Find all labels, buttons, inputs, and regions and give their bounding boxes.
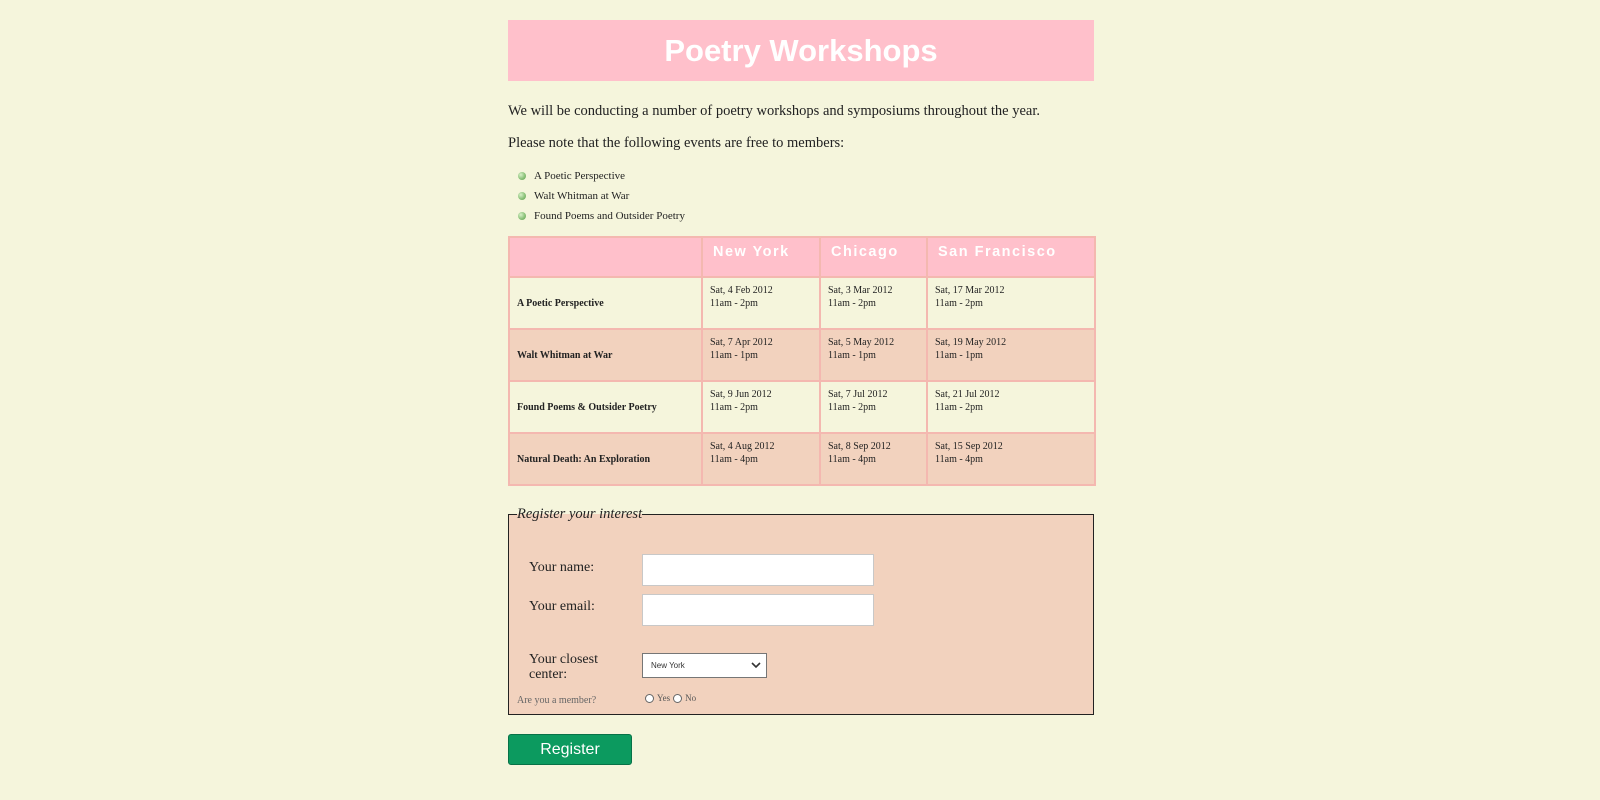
event-name-cell: A Poetic Perspective <box>508 276 703 330</box>
free-events-list: A Poetic Perspective Walt Whitman at War… <box>508 166 1094 226</box>
name-label: Your name: <box>529 560 595 575</box>
email-label: Your email: <box>529 599 595 614</box>
session-cell: Sat, 5 May 2012 11am - 1pm <box>819 328 928 382</box>
session-time: 11am - 2pm <box>710 402 758 413</box>
table-header-row: New York Chicago San Francisco <box>508 236 1096 278</box>
page-title: Poetry Workshops <box>664 32 938 68</box>
page-container: Poetry Workshops We will be conducting a… <box>508 20 1096 765</box>
page-banner: Poetry Workshops <box>508 20 1094 81</box>
session-date: Sat, 17 Mar 2012 <box>935 285 1005 296</box>
column-header-new-york: New York <box>701 236 821 278</box>
session-time: 11am - 2pm <box>935 298 983 309</box>
session-cell: Sat, 15 Sep 2012 11am - 4pm <box>926 432 1096 486</box>
list-item: A Poetic Perspective <box>518 166 1094 186</box>
session-date: Sat, 8 Sep 2012 <box>828 441 891 452</box>
session-date: Sat, 4 Feb 2012 <box>710 285 773 296</box>
session-date: Sat, 4 Aug 2012 <box>710 441 775 452</box>
session-time: 11am - 4pm <box>710 454 758 465</box>
member-yes-label: Yes <box>657 693 671 703</box>
session-date: Sat, 15 Sep 2012 <box>935 441 1003 452</box>
chevron-down-icon <box>751 662 761 669</box>
list-item-label: Found Poems and Outsider Poetry <box>534 210 685 222</box>
member-yes-radio[interactable] <box>645 693 654 703</box>
table-row: Natural Death: An Exploration Sat, 4 Aug… <box>508 432 1096 486</box>
session-time: 11am - 2pm <box>710 298 758 309</box>
table-row: Found Poems & Outsider Poetry Sat, 9 Jun… <box>508 380 1096 434</box>
register-legend: Register your interest <box>517 506 643 522</box>
member-radio-group: Yes No <box>645 693 699 703</box>
session-cell: Sat, 3 Mar 2012 11am - 2pm <box>819 276 928 330</box>
session-time: 11am - 1pm <box>828 350 876 361</box>
session-time: 11am - 1pm <box>935 350 983 361</box>
list-item-label: A Poetic Perspective <box>534 170 626 182</box>
session-date: Sat, 7 Jul 2012 <box>828 389 888 400</box>
session-time: 11am - 1pm <box>710 350 758 361</box>
green-bullet-icon <box>518 212 526 220</box>
register-fieldset: Register your interest Your name: Your e… <box>508 506 1094 715</box>
email-input[interactable] <box>642 594 874 626</box>
register-button[interactable]: Register <box>508 734 632 765</box>
session-cell: Sat, 4 Aug 2012 11am - 4pm <box>701 432 821 486</box>
list-item: Found Poems and Outsider Poetry <box>518 206 1094 226</box>
session-time: 11am - 4pm <box>935 454 983 465</box>
member-question-label: Are you a member? <box>517 695 597 706</box>
table-row: Walt Whitman at War Sat, 7 Apr 2012 11am … <box>508 328 1096 382</box>
session-cell: Sat, 4 Feb 2012 11am - 2pm <box>701 276 821 330</box>
intro-paragraph: We will be conducting a number of poetry… <box>508 103 1041 119</box>
member-no-radio[interactable] <box>673 693 683 703</box>
session-date: Sat, 7 Apr 2012 <box>710 337 773 348</box>
free-events-note: Please note that the following events ar… <box>508 135 845 151</box>
session-date: Sat, 3 Mar 2012 <box>828 285 893 296</box>
center-select-value: New York <box>651 661 685 670</box>
table-row: A Poetic Perspective Sat, 4 Feb 2012 11am… <box>508 276 1096 330</box>
event-name-cell: Found Poems & Outsider Poetry <box>508 380 703 434</box>
column-header-empty <box>508 236 703 278</box>
center-label: Your closest center: <box>529 652 598 682</box>
event-name-cell: Natural Death: An Exploration <box>508 432 703 486</box>
session-date: Sat, 9 Jun 2012 <box>710 389 772 400</box>
session-time: 11am - 4pm <box>828 454 876 465</box>
green-bullet-icon <box>518 172 526 180</box>
session-cell: Sat, 7 Jul 2012 11am - 2pm <box>819 380 928 434</box>
session-cell: Sat, 8 Sep 2012 11am - 4pm <box>819 432 928 486</box>
session-date: Sat, 19 May 2012 <box>935 337 1007 348</box>
column-header-san-francisco: San Francisco <box>926 236 1096 278</box>
column-header-chicago: Chicago <box>819 236 928 278</box>
session-time: 11am - 2pm <box>935 402 983 413</box>
member-no-label: No <box>685 693 697 703</box>
session-date: Sat, 5 May 2012 <box>828 337 895 348</box>
session-time: 11am - 2pm <box>828 402 876 413</box>
session-cell: Sat, 7 Apr 2012 11am - 1pm <box>701 328 821 382</box>
session-cell: Sat, 19 May 2012 11am - 1pm <box>926 328 1096 382</box>
session-cell: Sat, 21 Jul 2012 11am - 2pm <box>926 380 1096 434</box>
session-cell: Sat, 9 Jun 2012 11am - 2pm <box>701 380 821 434</box>
center-select[interactable]: New York <box>642 653 767 678</box>
green-bullet-icon <box>518 192 526 200</box>
name-input[interactable] <box>642 554 874 586</box>
session-date: Sat, 21 Jul 2012 <box>935 389 1000 400</box>
session-time: 11am - 2pm <box>828 298 876 309</box>
schedule-table: New York Chicago San Francisco A Poetic … <box>508 236 1096 486</box>
session-cell: Sat, 17 Mar 2012 11am - 2pm <box>926 276 1096 330</box>
list-item: Walt Whitman at War <box>518 186 1094 206</box>
event-name-cell: Walt Whitman at War <box>508 328 703 382</box>
list-item-label: Walt Whitman at War <box>534 190 630 202</box>
